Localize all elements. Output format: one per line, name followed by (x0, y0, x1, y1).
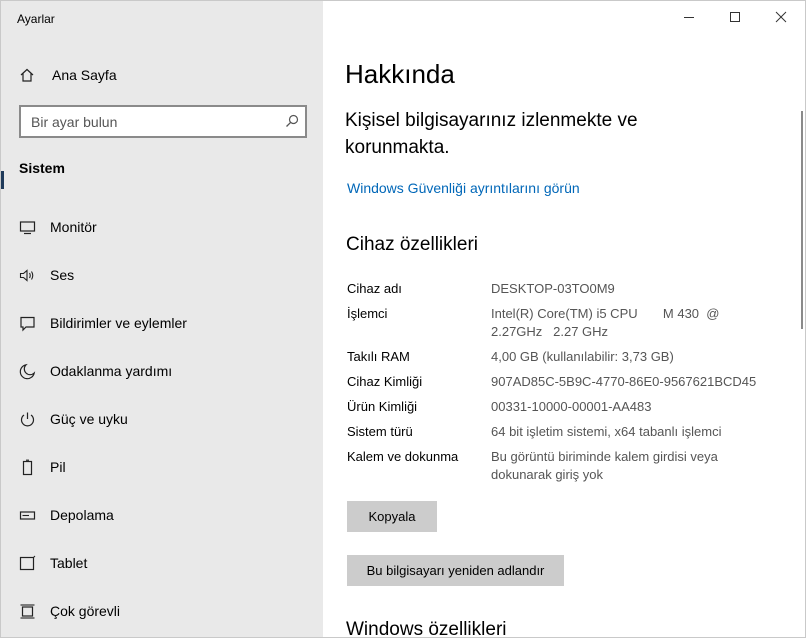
device-specs-heading: Cihaz özellikleri (346, 234, 478, 255)
search-input[interactable] (21, 107, 271, 136)
main-content: Hakkında Kişisel bilgisayarınız izlenmek… (323, 1, 805, 638)
spec-value: 907AD85C-5B9C-4770-86E0-9567621BCD45 (491, 374, 757, 389)
windows-specs-heading: Windows özellikleri (346, 619, 507, 638)
close-icon[interactable] (773, 9, 789, 25)
sidebar-item-label: Çok görevli (50, 603, 121, 619)
multitasking-icon (20, 604, 35, 619)
spec-value: Bu görüntü biriminde kalem girdisi veya … (491, 449, 718, 482)
spec-value: 64 bit işletim sistemi, x64 tabanlı işle… (491, 424, 722, 439)
sidebar-item-label: Odaklanma yardımı (50, 363, 173, 379)
spec-label: Kalem ve dokunma (347, 449, 459, 464)
spec-value: 4,00 GB (kullanılabilir: 3,73 GB) (491, 349, 674, 364)
sidebar: Ayarlar Ana Sayfa Sistem Monitör (1, 1, 323, 637)
sidebar-item-focus-assist[interactable]: Odaklanma yardımı (1, 347, 323, 395)
moon-icon (19, 363, 36, 380)
storage-icon (19, 511, 36, 520)
spec-value: 00331-10000-00001-AA483 (491, 399, 652, 414)
spec-value: DESKTOP-03TO0M9 (491, 281, 615, 296)
protection-status-text: Kişisel bilgisayarınız izlenmekte ve kor… (345, 110, 638, 158)
spec-label: Takılı RAM (347, 349, 410, 364)
page-title: Hakkında (345, 59, 455, 89)
sidebar-nav: Monitör Ses Bildirimler ve eylemler Odak… (1, 203, 323, 635)
scrollbar[interactable] (801, 111, 803, 329)
sidebar-item-notifications[interactable]: Bildirimler ve eylemler (1, 299, 323, 347)
power-icon (20, 412, 35, 427)
search-box[interactable] (19, 105, 307, 138)
sidebar-item-label: Bildirimler ve eylemler (50, 315, 187, 331)
app-title: Ayarlar (17, 12, 55, 26)
sidebar-item-label: Güç ve uyku (50, 411, 128, 427)
sidebar-item-label: Tablet (50, 555, 88, 571)
search-icon[interactable] (285, 114, 299, 128)
rename-pc-button[interactable]: Bu bilgisayarı yeniden adlandır (347, 555, 564, 586)
minimize-icon[interactable] (681, 9, 697, 25)
section-label: Sistem (19, 160, 65, 176)
monitor-icon (19, 221, 36, 235)
settings-window: Ayarlar Ana Sayfa Sistem Monitör (0, 0, 806, 638)
sidebar-item-label: Ses (50, 267, 75, 283)
sidebar-item-monitor[interactable]: Monitör (1, 203, 323, 251)
sidebar-item-sound[interactable]: Ses (1, 251, 323, 299)
spec-value: Intel(R) Core(TM) i5 CPU M 430 @ 2.27GHz… (491, 306, 724, 339)
spec-label: Cihaz Kimliği (347, 374, 423, 389)
window-controls (667, 1, 805, 33)
spec-label: Sistem türü (347, 424, 413, 439)
sidebar-item-battery[interactable]: Pil (1, 443, 323, 491)
battery-icon (22, 459, 33, 476)
spec-label: Ürün Kimliği (347, 399, 418, 414)
home-icon (20, 68, 34, 82)
spec-label: Cihaz adı (347, 281, 402, 296)
accent-tick (1, 171, 4, 189)
sidebar-item-storage[interactable]: Depolama (1, 491, 323, 539)
sidebar-item-label: Depolama (50, 507, 114, 523)
tablet-icon (19, 555, 36, 571)
sidebar-item-multitasking[interactable]: Çok görevli (1, 587, 323, 635)
notification-icon (20, 316, 35, 332)
sidebar-item-label: Ana Sayfa (52, 67, 117, 83)
sidebar-item-power[interactable]: Güç ve uyku (1, 395, 323, 443)
sidebar-item-label: Pil (50, 459, 66, 475)
sidebar-item-label: Monitör (50, 219, 97, 235)
sidebar-item-home[interactable]: Ana Sayfa (1, 59, 323, 91)
maximize-icon[interactable] (727, 9, 743, 25)
security-details-link[interactable]: Windows Güvenliği ayrıntılarını görün (347, 180, 580, 196)
copy-button[interactable]: Kopyala (347, 501, 437, 532)
sidebar-item-tablet[interactable]: Tablet (1, 539, 323, 587)
speaker-icon (19, 269, 34, 282)
spec-label: İşlemci (347, 306, 388, 321)
